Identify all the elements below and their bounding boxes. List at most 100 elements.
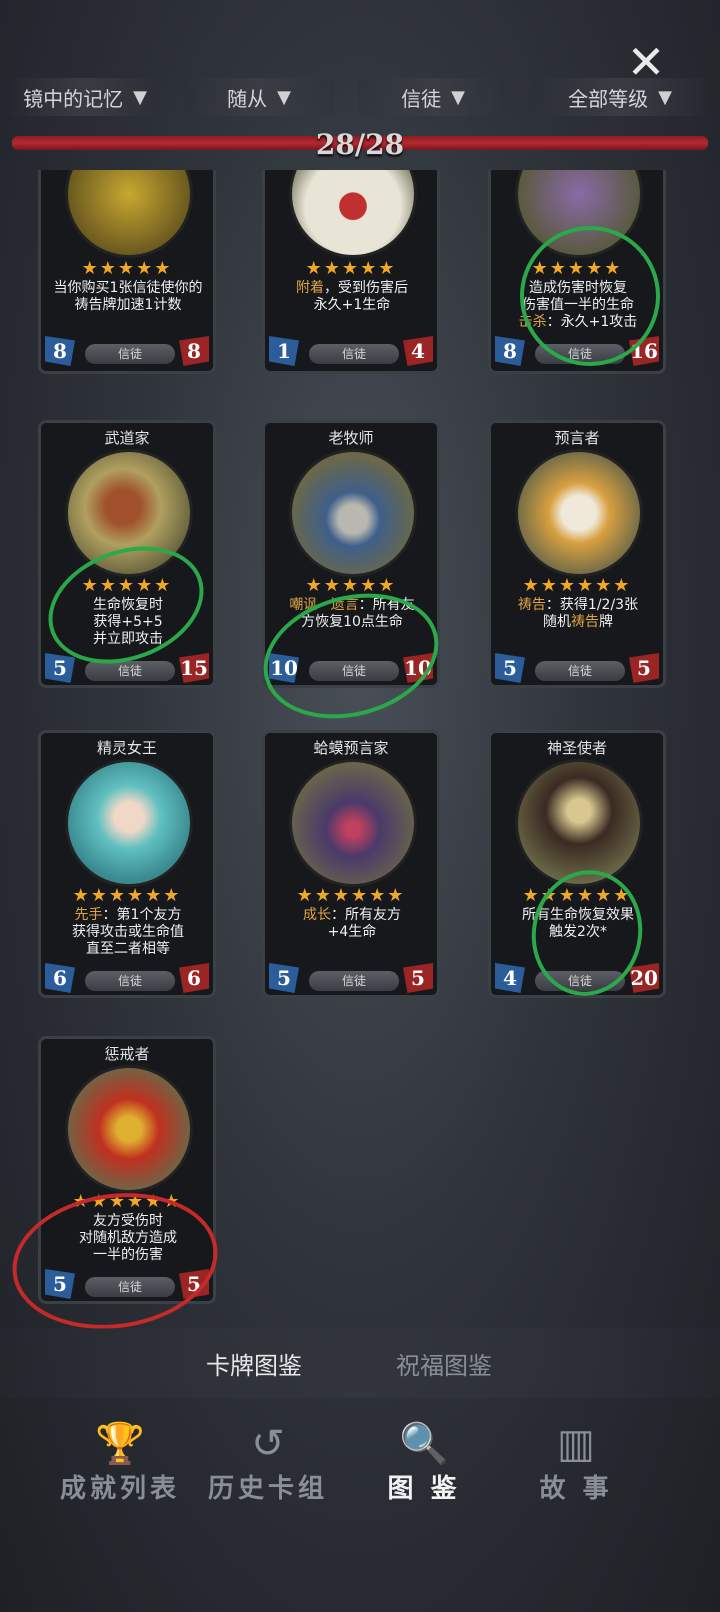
card-tribe-tag: 信徒 — [535, 344, 625, 364]
card-tribe-tag: 信徒 — [535, 971, 625, 991]
card-tribe-tag: 信徒 — [535, 661, 625, 681]
card-stars: ★★★★★ — [531, 258, 623, 279]
card-portrait — [289, 449, 417, 577]
card-health: 8 — [179, 336, 209, 366]
card-portrait — [515, 449, 643, 577]
card[interactable]: 老牧师 ★★★★★ 嘲讽 遗言：所有友 方恢复10点生命 信徒 10 10 — [262, 420, 440, 688]
trophy-icon: 🏆 — [95, 1421, 145, 1467]
magnifier-icon: 🔍 — [399, 1421, 449, 1467]
card-health: 5 — [403, 963, 433, 993]
card-attack: 8 — [45, 336, 75, 366]
card-description: 造成伤害时恢复 伤害值一半的生命 击杀：永久+1攻击 — [518, 280, 638, 330]
card-name: 惩戒者 — [104, 1045, 150, 1063]
nav-achievements-label: 成就列表 — [59, 1474, 180, 1504]
chevron-down-icon: ▼ — [451, 86, 465, 108]
card-description: 祷告：获得1/2/3张 随机祷告牌 — [517, 597, 639, 630]
card-stars: ★★★★★★ — [522, 575, 632, 596]
card-health: 4 — [403, 336, 433, 366]
card-tribe-tag: 信徒 — [85, 1277, 175, 1297]
card-description: 附着，受到伤害后 永久+1生命 — [296, 280, 408, 313]
card-attack: 5 — [45, 653, 75, 683]
card[interactable]: ★★★★★ 当你购买1张信徒使你的祷告牌加速1计数 信徒 8 8 — [38, 170, 216, 374]
card-attack: 10 — [269, 653, 299, 683]
card-tribe-tag: 信徒 — [85, 661, 175, 681]
card-portrait — [65, 449, 193, 577]
card-attack: 8 — [495, 336, 525, 366]
card-tribe-tag: 信徒 — [85, 971, 175, 991]
card-description: 友方受伤时 对随机敌方造成 一半的伤害 — [79, 1213, 177, 1263]
card-description: 生命恢复时 获得+5+5 并立即攻击 — [93, 597, 163, 647]
card-stars: ★★★★★★ — [296, 885, 406, 906]
card-stars: ★★★★★★ — [522, 885, 632, 906]
card-attack: 1 — [269, 336, 299, 366]
collection-counter: 28/28 — [315, 128, 405, 161]
nav-story[interactable]: ▥ 故 事 — [506, 1420, 646, 1520]
card-name: 老牧师 — [328, 429, 374, 447]
tab-blessing-codex[interactable]: 祝福图鉴 — [396, 1346, 492, 1381]
nav-story-label: 故 事 — [539, 1474, 613, 1504]
book-icon: ▥ — [557, 1421, 595, 1467]
card-tribe-tag: 信徒 — [309, 661, 399, 681]
card-stars: ★★★★★ — [305, 575, 397, 596]
card-health: 10 — [403, 653, 433, 683]
nav-codex-label: 图 鉴 — [387, 1474, 461, 1504]
filter-bar: 镜中的记忆 ▼ 随从 ▼ 信徒 ▼ 全部等级 ▼ — [0, 78, 720, 118]
filter-type[interactable]: 随从 ▼ — [184, 78, 334, 116]
card[interactable]: 预言者 ★★★★★★ 祷告：获得1/2/3张 随机祷告牌 信徒 5 5 — [488, 420, 666, 688]
card-name: 武道家 — [104, 429, 150, 447]
nav-codex[interactable]: 🔍 图 鉴 — [354, 1420, 494, 1520]
card-stars: ★★★★★ — [305, 258, 397, 279]
card-attack: 4 — [495, 963, 525, 993]
card-health: 20 — [629, 963, 659, 993]
filter-set-label: 镜中的记忆 — [23, 86, 124, 111]
card-attack: 5 — [495, 653, 525, 683]
nav-achievements[interactable]: 🏆 成就列表 — [50, 1420, 190, 1520]
card-portrait — [65, 170, 193, 258]
card[interactable]: ★★★★★ 附着，受到伤害后 永久+1生命 信徒 1 4 — [262, 170, 440, 374]
card-grid[interactable]: ★★★★★ 当你购买1张信徒使你的祷告牌加速1计数 信徒 8 8 ★★★★★ 附… — [0, 170, 720, 1330]
filter-type-label: 随从 — [227, 86, 268, 111]
filter-level[interactable]: 全部等级 ▼ — [532, 78, 708, 116]
card-tribe-tag: 信徒 — [85, 344, 175, 364]
card-portrait — [289, 170, 417, 258]
filter-level-label: 全部等级 — [568, 86, 649, 111]
card-description: 先手：第1个友方 获得攻击或生命值 直至二者相等 — [72, 907, 184, 957]
card[interactable]: ★★★★★ 造成伤害时恢复 伤害值一半的生命 击杀：永久+1攻击 信徒 8 16 — [488, 170, 666, 374]
card[interactable]: 神圣使者 ★★★★★★ 所有生命恢复效果 触发2次* 信徒 4 20 — [488, 730, 666, 998]
card-health: 5 — [629, 653, 659, 683]
card-name: 神圣使者 — [546, 739, 607, 757]
card-portrait — [515, 759, 643, 887]
chevron-down-icon: ▼ — [133, 86, 147, 108]
bottom-nav: 🏆 成就列表 ↺ 历史卡组 🔍 图 鉴 ▥ 故 事 — [0, 1420, 720, 1530]
card-health: 15 — [179, 653, 209, 683]
card-portrait — [515, 170, 643, 258]
card-description: 当你购买1张信徒使你的祷告牌加速1计数 — [53, 280, 203, 313]
card-tribe-tag: 信徒 — [309, 344, 399, 364]
card-description: 所有生命恢复效果 触发2次* — [522, 907, 634, 940]
card-description: 嘲讽 遗言：所有友 方恢复10点生命 — [289, 597, 415, 630]
card[interactable]: 蛤蟆预言家 ★★★★★★ 成长：所有友方 +4生命 信徒 5 5 — [262, 730, 440, 998]
card[interactable]: 武道家 ★★★★★ 生命恢复时 获得+5+5 并立即攻击 信徒 5 15 — [38, 420, 216, 688]
card-portrait — [65, 1065, 193, 1193]
card-stars: ★★★★★★ — [72, 1191, 182, 1212]
nav-history[interactable]: ↺ 历史卡组 — [198, 1420, 338, 1520]
tab-card-codex[interactable]: 卡牌图鉴 — [206, 1346, 302, 1381]
nav-history-label: 历史卡组 — [207, 1474, 328, 1504]
card-name: 精灵女王 — [96, 739, 157, 757]
card[interactable]: 精灵女王 ★★★★★★ 先手：第1个友方 获得攻击或生命值 直至二者相等 信徒 6 … — [38, 730, 216, 998]
filter-set[interactable]: 镜中的记忆 ▼ — [10, 78, 160, 116]
filter-tribe[interactable]: 信徒 ▼ — [358, 78, 508, 116]
card-portrait — [289, 759, 417, 887]
card-attack: 5 — [269, 963, 299, 993]
card[interactable]: 惩戒者 ★★★★★★ 友方受伤时 对随机敌方造成 一半的伤害 信徒 5 5 — [38, 1036, 216, 1304]
history-icon: ↺ — [251, 1421, 285, 1467]
card-health: 16 — [629, 336, 659, 366]
card-attack: 6 — [45, 963, 75, 993]
chevron-down-icon: ▼ — [277, 86, 291, 108]
card-description: 成长：所有友方 +4生命 — [303, 907, 401, 940]
card-name: 蛤蟆预言家 — [313, 739, 389, 757]
card-stars: ★★★★★★ — [72, 885, 182, 906]
card-health: 5 — [179, 1269, 209, 1299]
chevron-down-icon: ▼ — [658, 86, 672, 108]
card-name: 预言者 — [554, 429, 600, 447]
